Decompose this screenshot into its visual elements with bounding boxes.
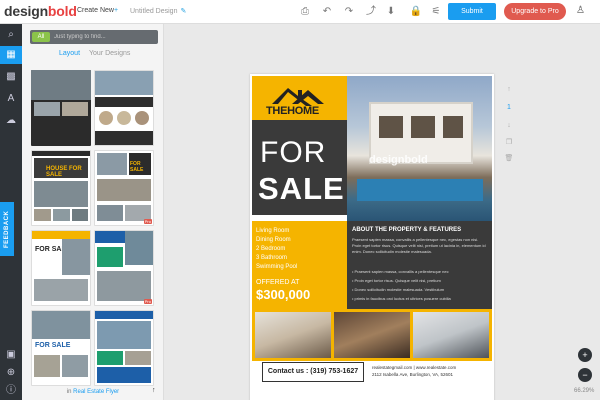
delete-page-icon[interactable]: 🗑: [504, 154, 514, 162]
price[interactable]: $300,000: [256, 287, 310, 302]
redo-icon[interactable]: ↷: [342, 5, 356, 19]
top-bar: designbold Create New+ Untitled Design ✎ …: [0, 0, 600, 24]
room-photo[interactable]: [334, 312, 410, 358]
feedback-tab[interactable]: FEEDBACK: [0, 202, 14, 256]
pro-badge: Pro: [143, 299, 152, 304]
zoom-in-button[interactable]: +: [578, 348, 592, 362]
room-photos-strip: [252, 309, 492, 361]
photo-pool: [357, 179, 483, 201]
undo-icon[interactable]: ↶: [320, 5, 334, 19]
flyer-headline-top[interactable]: FOR: [260, 136, 326, 170]
room-photo[interactable]: [255, 312, 331, 358]
info-icon[interactable]: ⓘ: [0, 382, 22, 400]
left-rail: ⌕ ▦ ▩ A ☁ FEEDBACK ▣ ⊕ ⓘ: [0, 24, 22, 400]
magic-wand-icon[interactable]: ⚟: [429, 5, 443, 19]
template-thumbnail[interactable]: FOR SALE Pro: [94, 150, 154, 226]
offered-label[interactable]: OFFERED AT: [256, 279, 299, 286]
flyer-brand[interactable]: THEHOME: [266, 105, 319, 117]
template-thumbnail[interactable]: [94, 70, 154, 146]
search-bar: All: [30, 30, 158, 44]
document-title[interactable]: Untitled Design ✎: [130, 7, 186, 15]
pencil-icon[interactable]: ✎: [180, 8, 186, 15]
template-thumbnail[interactable]: FOR SALE: [31, 230, 91, 306]
features-list[interactable]: Living Room Dining Room 2 Bedroom 3 Bath…: [256, 227, 297, 272]
category-filter[interactable]: All: [32, 32, 50, 42]
thumb-label: HOUSE FOR SALE: [46, 166, 82, 178]
upload-icon[interactable]: ☁: [0, 112, 22, 130]
lock-icon[interactable]: 🔒: [409, 5, 423, 19]
search-input[interactable]: [54, 30, 154, 44]
submit-button[interactable]: Submit: [448, 3, 496, 20]
upgrade-button[interactable]: Upgrade to Pro: [504, 3, 566, 20]
template-thumbnail[interactable]: [94, 310, 154, 386]
flyer-headline-bottom[interactable]: SALE: [258, 171, 345, 207]
contact-box[interactable]: Contact us : (319) 753-1627: [262, 362, 364, 382]
download-icon[interactable]: ⬇: [384, 5, 398, 19]
template-thumbnail[interactable]: HOUSE FOR SALE: [31, 150, 91, 226]
room-photo[interactable]: [413, 312, 489, 358]
help-icon[interactable]: ⊕: [0, 364, 22, 382]
plus-icon: +: [113, 7, 119, 14]
duplicate-page-icon[interactable]: ❐: [504, 138, 514, 146]
layout-icon[interactable]: ▦: [0, 46, 22, 64]
move-up-icon[interactable]: ↑: [504, 86, 514, 93]
tab-your-designs[interactable]: Your Designs: [89, 50, 130, 57]
app-logo[interactable]: designbold: [4, 3, 77, 19]
template-thumbnail[interactable]: Pro: [94, 230, 154, 306]
scroll-top-icon[interactable]: ↑: [152, 387, 156, 394]
zoom-level: 66.29%: [574, 388, 595, 394]
thumb-label: FOR SALE: [35, 342, 71, 349]
print-icon[interactable]: ⎙: [298, 5, 312, 19]
page-number: 1: [507, 104, 511, 111]
thumb-label: FOR SALE: [130, 161, 144, 173]
house-photo[interactable]: designbold: [347, 76, 492, 221]
design-canvas: THEHOME FOR SALE designbold Living Room …: [164, 24, 600, 400]
panel-tabs: Layout Your Designs: [22, 50, 164, 62]
about-text[interactable]: Praesent sapien massa, convallis a pelle…: [352, 237, 488, 255]
template-thumbnail[interactable]: FOR SALE: [31, 310, 91, 386]
share-icon[interactable]: ⤴: [364, 5, 378, 19]
tab-layout[interactable]: Layout: [59, 50, 80, 57]
pro-badge: Pro: [143, 219, 152, 224]
pattern-icon[interactable]: ▩: [0, 68, 22, 86]
user-icon[interactable]: ♙: [576, 5, 585, 16]
zoom-out-button[interactable]: −: [578, 368, 592, 382]
watermark: designbold: [369, 154, 428, 166]
template-thumbnail[interactable]: [31, 70, 91, 146]
about-title[interactable]: ABOUT THE PROPERTY & FEATURES: [352, 227, 461, 233]
house-logo-icon: [272, 88, 324, 106]
move-down-icon[interactable]: ↓: [504, 122, 514, 129]
panel-footer: in Real Estate Flyer: [66, 389, 120, 395]
bullet-list[interactable]: • Praesent sapien massa, convallis a pel…: [352, 267, 488, 303]
flyer-page[interactable]: THEHOME FOR SALE designbold Living Room …: [250, 74, 494, 400]
template-panel: All Layout Your Designs HOUSE FOR SALE F…: [22, 24, 164, 400]
contact-details[interactable]: realestategmail.com | www.realestate.com…: [372, 364, 456, 378]
create-new-menu[interactable]: Create New+: [77, 7, 118, 14]
search-icon[interactable]: ⌕: [0, 26, 22, 44]
image-icon[interactable]: ▣: [0, 346, 22, 364]
category-link[interactable]: Real Estate Flyer: [73, 389, 119, 395]
text-icon[interactable]: A: [0, 90, 22, 108]
